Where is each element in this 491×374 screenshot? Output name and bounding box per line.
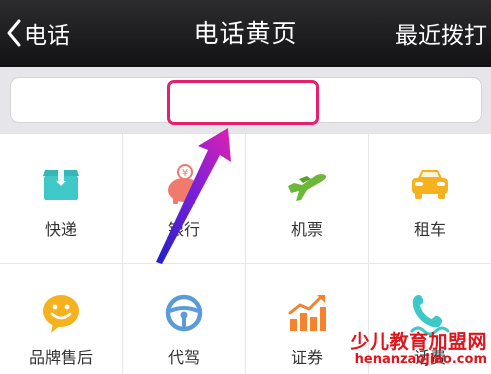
steering-wheel-icon xyxy=(162,291,206,335)
category-flights[interactable]: 机票 xyxy=(246,134,369,264)
watermark-url: henanzaojiao.com xyxy=(354,351,487,367)
package-icon xyxy=(39,162,83,206)
category-bank[interactable]: ¥ 银行 xyxy=(123,134,246,264)
category-after-sales[interactable]: 品牌售后 xyxy=(0,264,123,374)
piggy-bank-icon: ¥ xyxy=(162,162,206,206)
phone-icon xyxy=(408,291,452,335)
smiley-chat-icon xyxy=(39,291,83,335)
nav-bar: 电话 电话黄页 最近拨打 xyxy=(0,0,491,67)
watermark-title: 少儿教育加盟网 xyxy=(350,331,487,353)
category-label: 品牌售后 xyxy=(28,348,93,367)
car-icon xyxy=(408,162,452,206)
category-label: 快递 xyxy=(44,220,77,239)
category-car-rental[interactable]: 租车 xyxy=(369,134,491,264)
watermark: 少儿教育加盟网 henanzaojiao.com xyxy=(350,331,487,367)
category-label: 代驾 xyxy=(167,348,200,367)
stock-chart-icon xyxy=(285,291,329,335)
category-label: 银行 xyxy=(167,220,200,239)
search-bar xyxy=(0,67,491,133)
search-input[interactable] xyxy=(10,77,482,123)
recent-calls-button[interactable]: 最近拨打 xyxy=(395,16,487,50)
category-designated-driver[interactable]: 代驾 xyxy=(123,264,246,374)
category-express[interactable]: 快递 xyxy=(0,134,123,264)
airplane-icon xyxy=(285,162,329,206)
svg-text:¥: ¥ xyxy=(182,168,188,179)
category-label: 机票 xyxy=(290,220,323,239)
category-label: 租车 xyxy=(413,220,446,239)
